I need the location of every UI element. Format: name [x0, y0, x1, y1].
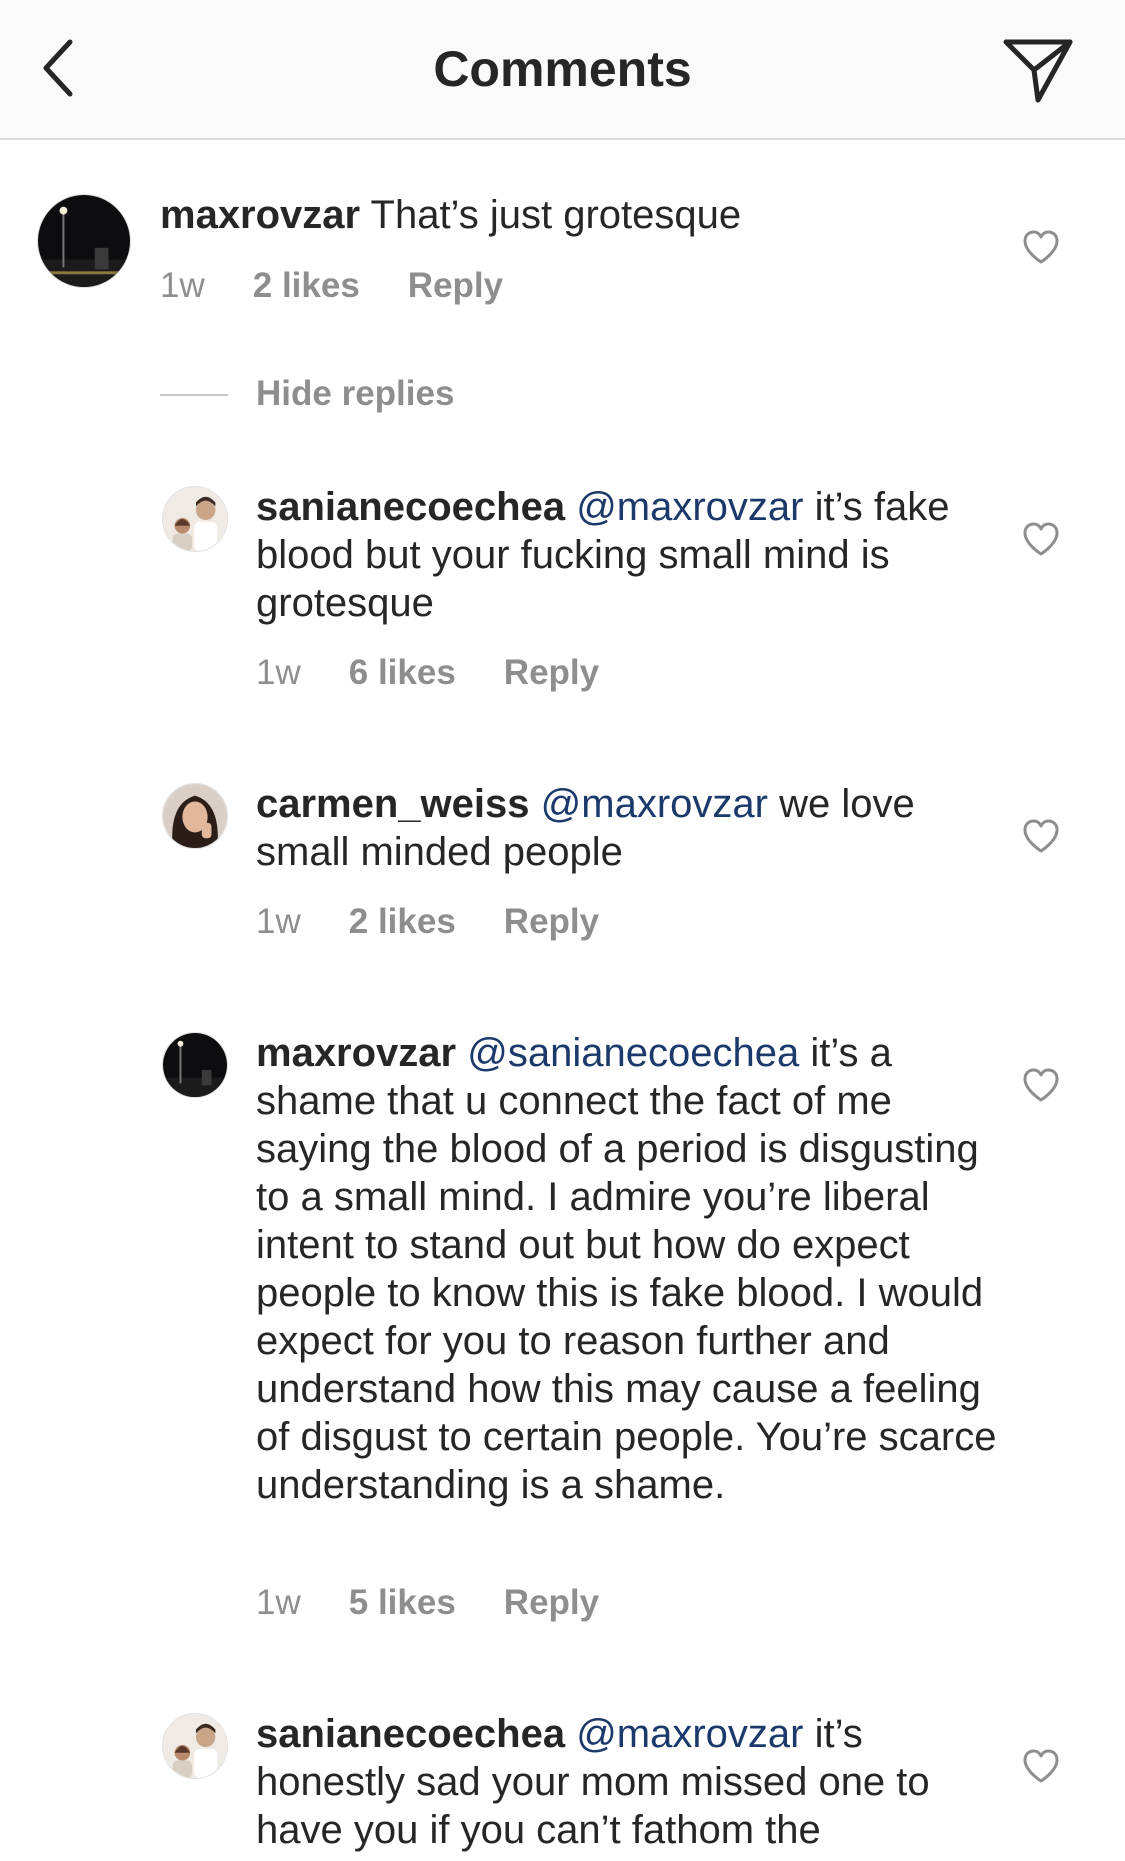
comment-body: That’s just grotesque — [370, 193, 742, 237]
avatar[interactable] — [162, 1032, 228, 1098]
comment-username[interactable]: maxrovzar — [160, 193, 360, 237]
like-button[interactable] — [1021, 228, 1061, 268]
reply-time: 1w — [256, 1583, 301, 1622]
reply-meta: 1w 6 likes Reply — [256, 653, 599, 693]
reply-username[interactable]: carmen_weiss — [256, 782, 530, 826]
reply-mention[interactable]: @maxrovzar — [576, 1712, 803, 1756]
avatar-night-photo — [38, 195, 130, 287]
reply-text: sanianecoechea @maxrovzar it’s fake bloo… — [256, 483, 1016, 627]
heart-outline-icon — [1023, 1068, 1059, 1102]
reply-username[interactable]: maxrovzar — [256, 1031, 456, 1075]
share-button[interactable] — [998, 30, 1078, 110]
reply-time: 1w — [256, 653, 301, 692]
like-button[interactable] — [1021, 817, 1061, 857]
avatar-night-photo — [163, 1033, 227, 1097]
divider-line — [160, 394, 228, 396]
like-button[interactable] — [1021, 1066, 1061, 1106]
avatar[interactable] — [37, 194, 131, 288]
reply-likes[interactable]: 5 likes — [349, 1583, 456, 1623]
comment-meta: 1w 2 likes Reply — [160, 266, 503, 306]
reply-body: it’s a shame that u connect the fact of … — [256, 1031, 997, 1507]
reply-username[interactable]: sanianecoechea — [256, 1712, 565, 1756]
paper-plane-icon — [1003, 39, 1073, 103]
comment-text: maxrovzar That’s just grotesque — [160, 191, 1010, 239]
reply-likes[interactable]: 2 likes — [349, 902, 456, 942]
comment-likes[interactable]: 2 likes — [253, 266, 360, 306]
reply-meta: 1w 5 likes Reply — [256, 1583, 599, 1623]
reply-button[interactable]: Reply — [408, 266, 503, 306]
reply-time: 1w — [256, 902, 301, 941]
header-bar: Comments — [0, 0, 1125, 140]
reply-button[interactable]: Reply — [504, 1583, 599, 1623]
comment-time: 1w — [160, 266, 205, 305]
page-title: Comments — [433, 41, 692, 97]
reply-text: carmen_weiss @maxrovzar we love small mi… — [256, 780, 1016, 876]
reply-likes[interactable]: 6 likes — [349, 653, 456, 693]
reply-text: sanianecoechea @maxrovzar it’s honestly … — [256, 1710, 1016, 1854]
avatar-portrait-photo — [163, 784, 227, 848]
heart-outline-icon — [1023, 522, 1059, 556]
reply-button[interactable]: Reply — [504, 653, 599, 693]
reply-meta: 1w 2 likes Reply — [256, 902, 599, 942]
reply-username[interactable]: sanianecoechea — [256, 485, 565, 529]
avatar-couple-photo — [163, 1714, 227, 1778]
avatar[interactable] — [162, 1713, 228, 1779]
avatar[interactable] — [162, 486, 228, 552]
reply-button[interactable]: Reply — [504, 902, 599, 942]
heart-outline-icon — [1023, 1749, 1059, 1783]
heart-outline-icon — [1023, 819, 1059, 853]
heart-outline-icon — [1023, 230, 1059, 264]
avatar[interactable] — [162, 783, 228, 849]
reply-mention[interactable]: @maxrovzar — [576, 485, 803, 529]
like-button[interactable] — [1021, 520, 1061, 560]
reply-mention[interactable]: @maxrovzar — [541, 782, 768, 826]
hide-replies-label: Hide replies — [256, 374, 455, 413]
avatar-couple-photo — [163, 487, 227, 551]
like-button[interactable] — [1021, 1747, 1061, 1787]
reply-text: maxrovzar @sanianecoechea it’s a shame t… — [256, 1029, 1016, 1509]
reply-mention[interactable]: @sanianecoechea — [467, 1031, 799, 1075]
